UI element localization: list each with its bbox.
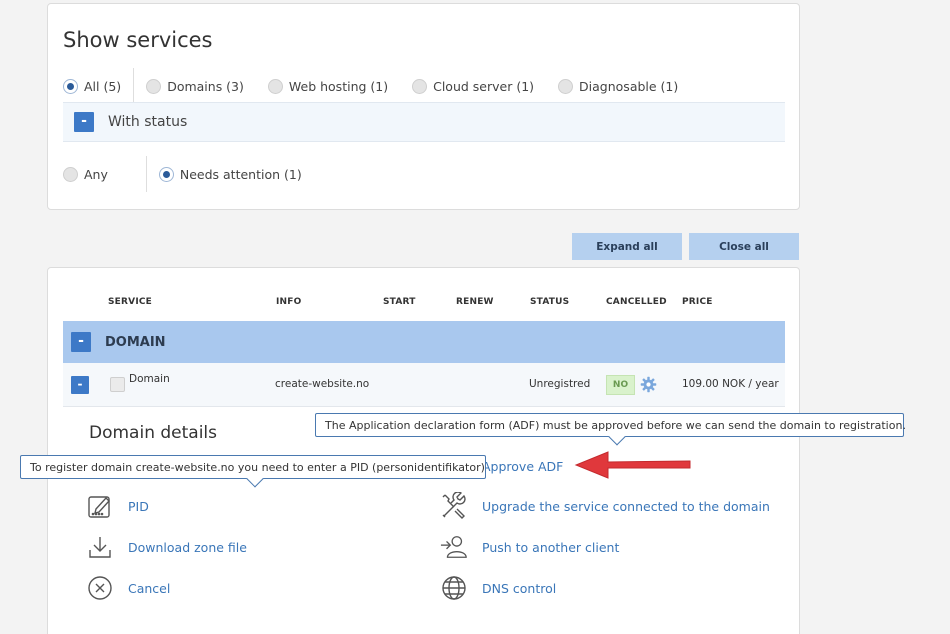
cancel-label: Cancel [128, 580, 171, 596]
download-icon [86, 533, 114, 561]
col-header-start: START [383, 297, 416, 307]
radio-web-hosting-label: Web hosting (1) [288, 78, 389, 94]
cancel-circle-icon [86, 574, 114, 602]
pid-action[interactable]: PID [86, 492, 149, 520]
cancel-action[interactable]: Cancel [86, 574, 170, 602]
domain-group-header: - DOMAIN [63, 321, 785, 363]
col-header-status: STATUS [530, 297, 570, 307]
radio-circle[interactable] [63, 78, 78, 94]
col-header-service: SERVICE [108, 297, 153, 307]
filter-title: Show services [63, 28, 213, 52]
radio-needs-attention[interactable]: Needs attention (1) [158, 166, 302, 182]
download-zone-file-label: Download zone file [128, 539, 247, 555]
row-checkbox[interactable] [110, 377, 125, 392]
table-row: - Domain create-website.no Unregistred N… [63, 363, 785, 407]
pid-tooltip-text: To register domain create-website.no you… [30, 460, 485, 474]
dns-control-action[interactable]: DNS control [440, 574, 556, 602]
radio-cloud-server-label: Cloud server (1) [433, 78, 535, 94]
filter-panel: Show services All (5) Domains (3) Web ho… [47, 3, 800, 210]
category-filter: All (5) Domains (3) Web hosting (1) Clou… [63, 68, 678, 104]
col-header-cancelled: CANCELLED [606, 297, 667, 307]
radio-circle[interactable] [158, 166, 174, 182]
red-arrow-annotation [574, 451, 691, 479]
radio-any-label: Any [84, 166, 108, 182]
radio-diagnosable[interactable]: Diagnosable (1) [558, 78, 679, 94]
expand-all-button[interactable]: Expand all [572, 233, 682, 260]
service-name: Domain [129, 373, 170, 385]
radio-all-label: All (5) [84, 78, 122, 94]
domain-details-title: Domain details [89, 423, 218, 443]
close-all-button[interactable]: Close all [689, 233, 799, 260]
push-client-label: Push to another client [482, 539, 620, 555]
gear-icon[interactable] [640, 376, 657, 393]
domain-group-label: DOMAIN [105, 334, 166, 350]
divider [133, 68, 135, 104]
radio-web-hosting[interactable]: Web hosting (1) [267, 78, 389, 94]
radio-circle[interactable] [412, 78, 428, 94]
status-section-header: - With status [63, 102, 785, 142]
radio-domains-label: Domains (3) [167, 78, 244, 94]
pid-tooltip: To register domain create-website.no you… [20, 455, 486, 488]
col-header-price: PRICE [682, 297, 713, 307]
radio-any[interactable]: Any [63, 166, 108, 182]
col-header-renew: RENEW [456, 297, 494, 307]
download-zone-file-action[interactable]: Download zone file [86, 533, 247, 561]
radio-diagnosable-label: Diagnosable (1) [579, 78, 679, 94]
service-info: create-website.no [275, 378, 370, 390]
divider [145, 156, 147, 192]
radio-all[interactable]: All (5) [63, 78, 122, 94]
col-header-info: INFO [276, 297, 302, 307]
push-client-icon [440, 533, 468, 561]
radio-needs-attention-label: Needs attention (1) [179, 166, 302, 182]
upgrade-service-action[interactable]: Upgrade the service connected to the dom… [440, 492, 770, 520]
upgrade-service-label: Upgrade the service connected to the dom… [482, 498, 770, 514]
dns-control-label: DNS control [482, 580, 557, 596]
cancelled-badge: NO [606, 375, 635, 395]
push-client-action[interactable]: Push to another client [440, 533, 619, 561]
status-filter: Any Needs attention (1) [63, 156, 302, 192]
status-collapse-button[interactable]: - [74, 112, 94, 132]
radio-cloud-server[interactable]: Cloud server (1) [412, 78, 535, 94]
tools-icon [440, 492, 468, 520]
radio-circle[interactable] [558, 78, 574, 94]
radio-circle[interactable] [63, 166, 78, 182]
globe-icon [440, 574, 468, 602]
pid-card-icon [86, 492, 114, 520]
radio-domains[interactable]: Domains (3) [146, 78, 244, 94]
radio-circle[interactable] [146, 78, 162, 94]
row-collapse-button[interactable]: - [71, 376, 89, 394]
radio-circle[interactable] [267, 78, 283, 94]
pid-label: PID [128, 498, 149, 514]
approve-adf-label: Approve ADF [482, 458, 564, 474]
domain-group-collapse-button[interactable]: - [71, 332, 91, 352]
adf-tooltip: The Application declaration form (ADF) m… [315, 413, 906, 446]
status-label: With status [108, 114, 188, 130]
service-price: 109.00 NOK / year [682, 378, 779, 390]
service-status: Unregistred [529, 378, 591, 390]
